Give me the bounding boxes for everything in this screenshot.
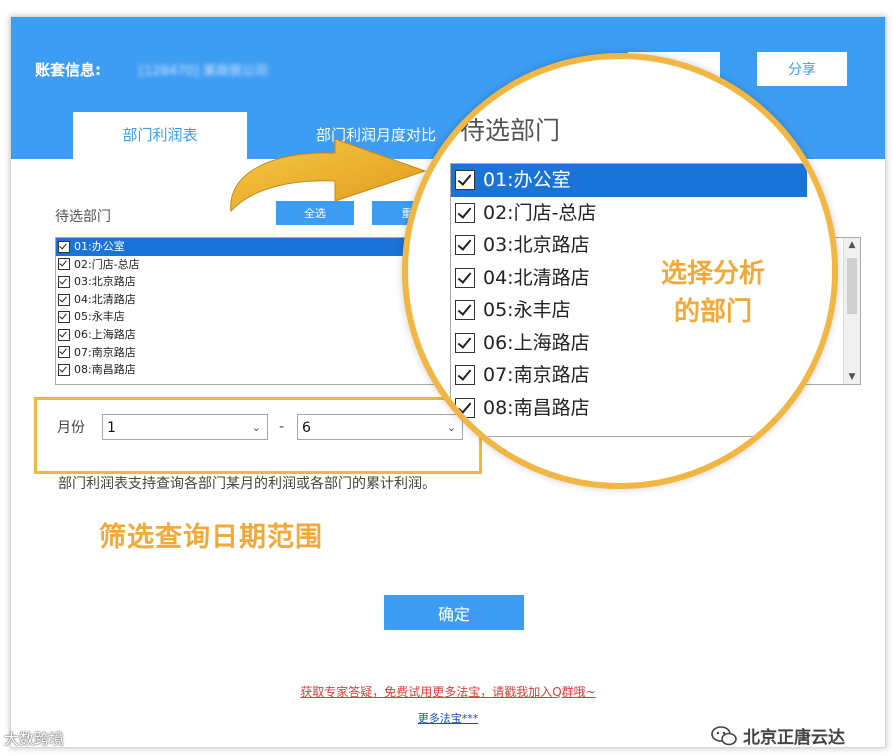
list-item[interactable]: 01:办公室 — [451, 164, 807, 197]
checkbox-checked-icon[interactable] — [58, 346, 70, 359]
checkbox-checked-icon[interactable] — [455, 365, 475, 386]
dept-select-annotation: 选择分析 的部门 — [660, 259, 765, 327]
checkbox-checked-icon[interactable] — [58, 363, 70, 376]
scroll-down-icon[interactable]: ▼ — [844, 370, 860, 384]
magnifier-callout: 待选部门 01:办公室 02:门店-总店 03:北京路店 04:北清路店 05:… — [402, 53, 838, 489]
list-item[interactable]: 01:办公室 — [56, 238, 408, 256]
checkbox-checked-icon[interactable] — [455, 202, 475, 223]
checkbox-checked-icon[interactable] — [455, 170, 475, 191]
description-text: 部门利润表支持查询各部门某月的利润或各部门的累计利润。 — [58, 476, 436, 492]
list-item[interactable]: 05:永丰店 — [451, 294, 832, 327]
checkbox-checked-icon[interactable] — [455, 332, 475, 353]
magnified-dept-list: 01:办公室 02:门店-总店 03:北京路店 04:北清路店 05:永丰店 0… — [450, 163, 832, 437]
tab-dept-profit[interactable]: 部门利润表 — [73, 112, 247, 159]
promo-link[interactable]: 获取专家答疑，免费试用更多法宝，请戳我加入Q群哦~ — [11, 683, 885, 700]
checkbox-checked-icon[interactable] — [455, 300, 475, 321]
dept-section-label: 待选部门 — [55, 209, 111, 225]
share-button[interactable]: 分享 — [757, 52, 847, 86]
checkbox-checked-icon[interactable] — [455, 397, 475, 418]
checkbox-checked-icon[interactable] — [58, 275, 70, 288]
checkbox-checked-icon[interactable] — [58, 311, 70, 324]
date-range-annotation: 筛选查询日期范围 — [99, 522, 323, 553]
curved-arrow-icon — [230, 138, 427, 213]
list-item[interactable]: 02:门店-总店 — [451, 197, 832, 230]
confirm-button[interactable]: 确定 — [384, 595, 524, 630]
wechat-icon — [711, 725, 737, 745]
account-value: [128470] 某商贸公司 — [139, 64, 268, 79]
list-item[interactable]: 08:南昌路店 — [451, 392, 832, 425]
brand-watermark: 北京正唐云达 — [711, 723, 845, 747]
magnifier-title: 待选部门 — [460, 116, 561, 145]
checkbox-checked-icon[interactable] — [455, 267, 475, 288]
scroll-up-icon[interactable]: ▲ — [844, 238, 860, 252]
scroll-thumb[interactable] — [847, 258, 857, 314]
checkbox-checked-icon[interactable] — [58, 293, 70, 306]
corner-watermark: 大数跨境 — [4, 730, 65, 748]
list-item[interactable]: 07:南京路店 — [451, 359, 832, 392]
list-scrollbar[interactable]: ▲ ▼ — [843, 238, 860, 384]
checkbox-checked-icon[interactable] — [58, 240, 70, 253]
checkbox-checked-icon[interactable] — [58, 258, 70, 271]
list-item[interactable]: 04:北清路店 — [451, 262, 832, 295]
list-item[interactable]: 03:北京路店 — [451, 229, 832, 262]
checkbox-checked-icon[interactable] — [455, 235, 475, 256]
account-label: 账套信息: — [35, 61, 101, 79]
list-item[interactable]: 06:上海路店 — [451, 327, 832, 360]
checkbox-checked-icon[interactable] — [58, 328, 70, 341]
date-range-highlight — [34, 397, 482, 474]
